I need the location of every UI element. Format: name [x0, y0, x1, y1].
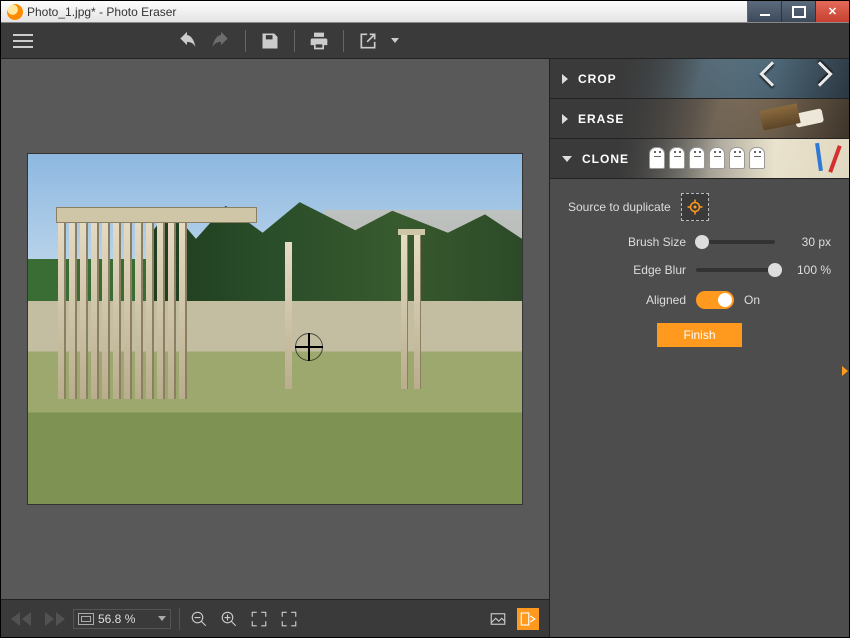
hamburger-icon — [13, 34, 33, 48]
fit-icon — [78, 613, 94, 625]
chevron-down-icon[interactable] — [158, 616, 166, 621]
source-picker-button[interactable] — [681, 193, 709, 221]
photo[interactable] — [28, 154, 522, 504]
export-button[interactable] — [356, 29, 380, 53]
save-icon — [260, 31, 280, 51]
compare-icon — [489, 610, 507, 628]
canvas-pane — [1, 59, 549, 637]
edge-blur-label: Edge Blur — [568, 263, 686, 277]
separator — [245, 30, 246, 52]
zoom-in-icon — [220, 610, 238, 628]
panel-clone-body: Source to duplicate Brush Size 30 — [550, 179, 849, 361]
chevron-right-icon — [562, 114, 568, 124]
brush-size-slider[interactable] — [696, 240, 775, 244]
canvas-area[interactable] — [1, 59, 549, 599]
fit-screen-button[interactable] — [248, 608, 270, 630]
window-buttons — [747, 1, 849, 22]
actual-size-icon — [280, 610, 298, 628]
chevron-down-icon — [562, 156, 572, 162]
print-icon — [309, 31, 329, 51]
aligned-toggle[interactable] — [696, 291, 734, 309]
zoom-input[interactable] — [98, 612, 154, 626]
zoom-in-button[interactable] — [218, 608, 240, 630]
close-button[interactable] — [815, 1, 849, 22]
edge-blur-row: Edge Blur 100 % — [568, 263, 831, 277]
source-row: Source to duplicate — [568, 193, 831, 221]
panel-crop-label: CROP — [578, 72, 617, 86]
aligned-state: On — [744, 293, 760, 307]
undo-button[interactable] — [175, 29, 199, 53]
finish-button[interactable]: Finish — [657, 323, 741, 347]
brush-size-label: Brush Size — [568, 235, 686, 249]
separator — [343, 30, 344, 52]
fit-screen-icon — [250, 610, 268, 628]
app-window: Photo_1.jpg* - Photo Eraser — [0, 0, 850, 638]
minimize-button[interactable] — [747, 1, 781, 22]
brush-size-row: Brush Size 30 px — [568, 235, 831, 249]
slider-thumb[interactable] — [695, 235, 709, 249]
clone-crosshair-icon[interactable] — [295, 333, 323, 361]
window-title: Photo_1.jpg* - Photo Eraser — [27, 5, 747, 19]
next-image-button[interactable] — [45, 612, 54, 626]
panel-erase-header[interactable]: ERASE — [550, 99, 849, 139]
main: CROP ERASE CLONE Source to d — [1, 59, 849, 637]
edge-blur-value: 100 % — [785, 263, 831, 277]
collapse-panel-button[interactable] — [840, 359, 849, 383]
panel-crop-header[interactable]: CROP — [550, 59, 849, 99]
prev-image-button[interactable] — [11, 612, 20, 626]
menu-button[interactable] — [11, 29, 35, 53]
target-icon — [686, 198, 704, 216]
save-button[interactable] — [258, 29, 282, 53]
maximize-button[interactable] — [781, 1, 815, 22]
edge-blur-slider[interactable] — [696, 268, 775, 272]
apply-button[interactable] — [517, 608, 539, 630]
panel-erase-label: ERASE — [578, 112, 624, 126]
separator — [179, 608, 180, 630]
chevron-right-icon — [562, 74, 568, 84]
redo-icon — [211, 31, 231, 51]
aligned-label: Aligned — [568, 293, 686, 307]
print-button[interactable] — [307, 29, 331, 53]
panel-clone-label: CLONE — [582, 152, 629, 166]
toolbar — [1, 23, 849, 59]
zoom-out-icon — [190, 610, 208, 628]
titlebar: Photo_1.jpg* - Photo Eraser — [1, 1, 849, 23]
panel-clone-header[interactable]: CLONE — [550, 139, 849, 179]
export-dropdown[interactable] — [390, 29, 400, 53]
aligned-row: Aligned On — [568, 291, 831, 309]
compare-button[interactable] — [487, 608, 509, 630]
zoom-level[interactable] — [73, 609, 171, 629]
apply-icon — [519, 610, 537, 628]
source-label: Source to duplicate — [568, 200, 671, 214]
actual-size-button[interactable] — [278, 608, 300, 630]
app-icon — [7, 4, 23, 20]
separator — [294, 30, 295, 52]
undo-icon — [177, 31, 197, 51]
slider-thumb[interactable] — [768, 263, 782, 277]
chevron-down-icon — [391, 38, 399, 43]
brush-size-value: 30 px — [785, 235, 831, 249]
status-bar — [1, 599, 549, 637]
export-icon — [358, 31, 378, 51]
side-panel: CROP ERASE CLONE Source to d — [549, 59, 849, 637]
redo-button[interactable] — [209, 29, 233, 53]
zoom-out-button[interactable] — [188, 608, 210, 630]
page-nav — [11, 612, 65, 626]
